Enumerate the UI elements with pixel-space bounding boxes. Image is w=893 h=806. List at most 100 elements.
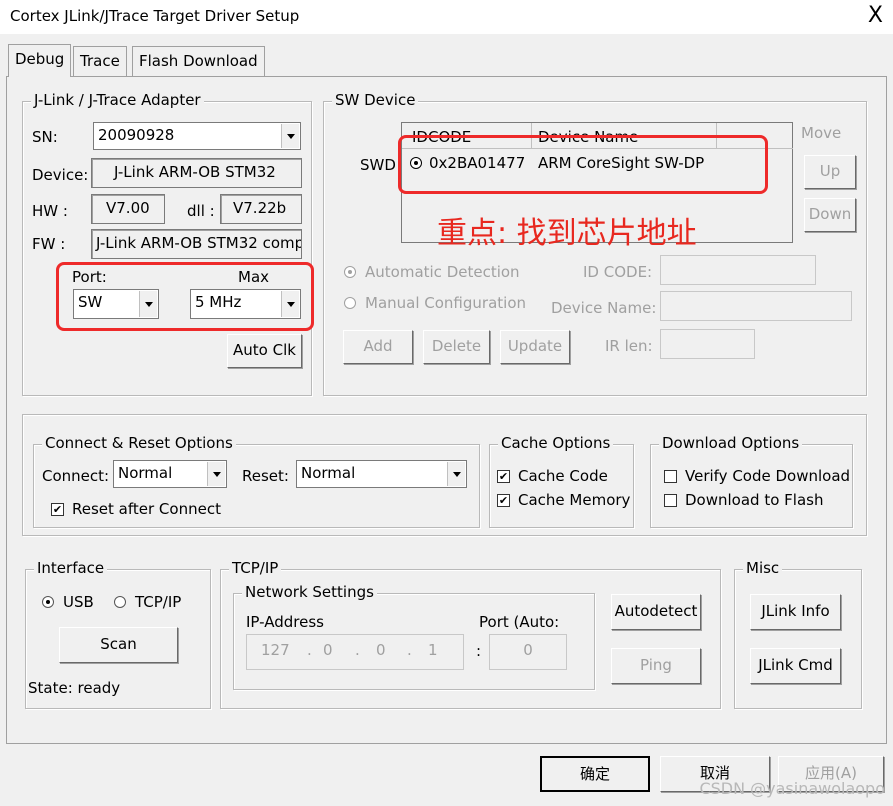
delete-button[interactable]: Delete xyxy=(423,330,490,364)
row-device-name: ARM CoreSight SW-DP xyxy=(538,154,705,172)
usb-radio[interactable] xyxy=(42,596,54,608)
max-label: Max xyxy=(238,268,270,286)
watermark: CSDN @yasinawolaopo xyxy=(699,779,885,798)
interface-legend: Interface xyxy=(34,559,108,577)
close-icon[interactable]: X xyxy=(868,3,883,29)
tab-debug[interactable]: Debug xyxy=(8,44,72,77)
id-code-label: ID CODE: xyxy=(583,263,653,281)
sn-label: SN: xyxy=(32,128,58,146)
reset-value: Normal xyxy=(301,464,356,482)
ip-octet-1: 127 xyxy=(261,641,290,659)
chevron-down-icon[interactable] xyxy=(207,462,225,486)
jlink-cmd-button[interactable]: JLink Cmd xyxy=(750,648,841,684)
download-options-group: Download Options xyxy=(650,434,853,528)
reset-label: Reset: xyxy=(242,467,289,485)
tcpip-label: TCP/IP xyxy=(135,593,182,611)
fw-field: J-Link ARM-OB STM32 comp xyxy=(91,229,302,259)
connect-reset-legend: Connect & Reset Options xyxy=(42,434,236,452)
column-header-empty xyxy=(717,123,793,149)
device-name-label: Device Name: xyxy=(551,299,657,317)
sn-value: 20090928 xyxy=(98,126,175,144)
annotation-note: 重点: 找到芯片地址 xyxy=(437,216,697,251)
column-header-idcode[interactable]: IDCODE xyxy=(402,123,532,149)
ir-len-label: IR len: xyxy=(605,337,653,355)
port-input[interactable]: 0 xyxy=(489,634,567,670)
row-idcode: 0x2BA01477 xyxy=(429,154,526,172)
row-select-radio[interactable] xyxy=(410,157,422,169)
port-label: Port: xyxy=(72,268,107,286)
update-button[interactable]: Update xyxy=(500,330,570,364)
chevron-down-icon[interactable] xyxy=(139,291,157,317)
cache-memory-checkbox[interactable]: ✔ xyxy=(497,494,510,507)
tcpip-radio[interactable] xyxy=(114,596,126,608)
device-label: Device: xyxy=(32,166,89,184)
jlink-info-button[interactable]: JLink Info xyxy=(750,594,841,630)
connect-value: Normal xyxy=(118,464,173,482)
scan-button[interactable]: Scan xyxy=(59,627,178,663)
ip-dot: . xyxy=(307,641,312,659)
manual-configuration-label: Manual Configuration xyxy=(365,294,527,312)
tab-trace[interactable]: Trace xyxy=(73,46,127,76)
ip-octet-4: 1 xyxy=(428,641,438,659)
automatic-detection-radio[interactable] xyxy=(344,266,356,278)
sn-select[interactable]: 20090928 xyxy=(93,122,301,150)
id-code-input[interactable] xyxy=(660,255,816,285)
automatic-detection-label: Automatic Detection xyxy=(365,263,520,281)
max-clock-select[interactable]: 5 MHz xyxy=(190,289,301,319)
sw-device-legend: SW Device xyxy=(332,91,419,109)
autodetect-button[interactable]: Autodetect xyxy=(611,594,701,630)
device-name-input[interactable] xyxy=(660,291,852,321)
chevron-down-icon[interactable] xyxy=(281,124,299,148)
tcpip-legend: TCP/IP xyxy=(229,559,282,577)
ping-button[interactable]: Ping xyxy=(611,648,701,684)
ip-octet-3: 0 xyxy=(376,641,386,659)
up-button[interactable]: Up xyxy=(804,155,856,189)
misc-group: Misc xyxy=(734,559,862,709)
cache-code-checkbox[interactable]: ✔ xyxy=(497,470,510,483)
adapter-group-legend: J-Link / J-Trace Adapter xyxy=(31,91,204,109)
down-button[interactable]: Down xyxy=(804,198,856,232)
port-value: SW xyxy=(78,293,103,311)
dll-field: V7.22b xyxy=(220,194,302,224)
chevron-down-icon[interactable] xyxy=(447,462,465,486)
network-settings-legend: Network Settings xyxy=(242,583,377,601)
connection-state: State: ready xyxy=(28,679,121,697)
dll-label: dll : xyxy=(187,202,215,220)
reset-after-connect-checkbox[interactable]: ✔ xyxy=(51,503,64,516)
auto-clk-button[interactable]: Auto Clk xyxy=(227,334,302,368)
manual-configuration-radio[interactable] xyxy=(344,297,356,309)
title-bar: Cortex JLink/JTrace Target Driver Setup … xyxy=(0,0,893,34)
chevron-down-icon[interactable] xyxy=(281,291,299,317)
download-to-flash-label: Download to Flash xyxy=(685,491,824,509)
window-title: Cortex JLink/JTrace Target Driver Setup xyxy=(10,7,300,25)
cache-options-legend: Cache Options xyxy=(498,434,614,452)
connect-select[interactable]: Normal xyxy=(113,460,227,488)
verify-code-download-label: Verify Code Download xyxy=(685,467,851,485)
column-header-device-name[interactable]: Device Name xyxy=(532,123,717,149)
table-row[interactable]: 0x2BA01477 ARM CoreSight SW-DP xyxy=(402,151,792,177)
download-options-legend: Download Options xyxy=(659,434,803,452)
ip-address-label: IP-Address xyxy=(246,613,324,631)
cache-options-group: Cache Options xyxy=(489,434,634,528)
ip-address-input[interactable]: 127 . 0 . 0 . 1 xyxy=(246,634,464,670)
device-field: J-Link ARM-OB STM32 xyxy=(91,158,302,188)
reset-select[interactable]: Normal xyxy=(296,460,467,488)
hw-label: HW : xyxy=(32,202,68,220)
add-button[interactable]: Add xyxy=(343,330,413,364)
ip-dot: . xyxy=(407,641,412,659)
reset-after-connect-label: Reset after Connect xyxy=(72,500,221,518)
ir-len-input[interactable] xyxy=(660,329,755,359)
cache-code-label: Cache Code xyxy=(518,467,608,485)
connect-label: Connect: xyxy=(42,467,110,485)
max-clock-value: 5 MHz xyxy=(195,293,242,311)
hw-field: V7.00 xyxy=(91,194,165,224)
verify-code-download-checkbox[interactable] xyxy=(664,470,677,483)
cache-memory-label: Cache Memory xyxy=(518,491,631,509)
port-select[interactable]: SW xyxy=(73,289,159,319)
ip-octet-2: 0 xyxy=(323,641,333,659)
swd-label: SWD xyxy=(360,156,396,174)
ok-button[interactable]: 确定 xyxy=(540,756,650,792)
download-to-flash-checkbox[interactable] xyxy=(664,494,677,507)
tab-flash-download[interactable]: Flash Download xyxy=(132,46,265,76)
port-auto-label: Port (Auto: xyxy=(479,613,560,631)
